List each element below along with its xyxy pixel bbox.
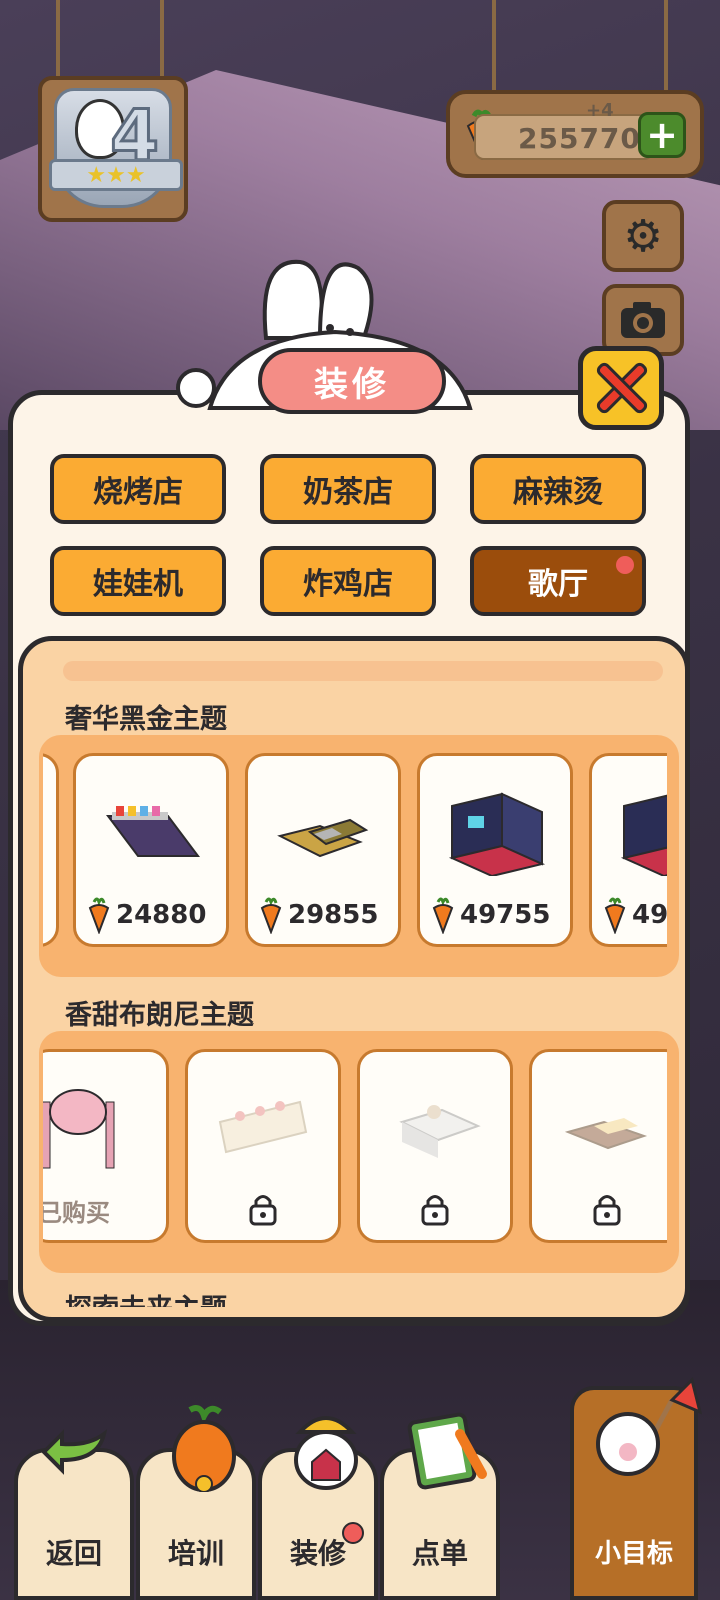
- dessert-table-icon: [399, 1105, 481, 1158]
- category-tab-fried-chicken[interactable]: 炸鸡店: [260, 546, 436, 616]
- carrot-currency-panel: +4 255770 +: [446, 90, 704, 178]
- item-card[interactable]: 已购买: [43, 1049, 169, 1243]
- nav-label: 培训: [167, 1537, 224, 1570]
- category-label: 歌厅: [528, 567, 588, 602]
- item-card-locked[interactable]: [185, 1049, 341, 1243]
- section-title: 探索未来主题: [65, 1287, 227, 1307]
- item-card[interactable]: 29855: [245, 753, 401, 947]
- notification-dot: [342, 1522, 364, 1544]
- category-tab-malatang[interactable]: 麻辣烫: [470, 454, 646, 524]
- category-label: 烧烤店: [93, 475, 183, 510]
- theme-row-brownie[interactable]: 已购买: [43, 1031, 667, 1273]
- category-label: 奶茶店: [303, 475, 393, 510]
- nav-label: 小目标: [594, 1539, 673, 1569]
- item-price: 49: [604, 896, 667, 934]
- nav-order-button[interactable]: 点单: [380, 1412, 500, 1600]
- close-button[interactable]: [578, 346, 664, 430]
- category-tab-ktv[interactable]: 歌厅: [470, 546, 646, 616]
- return-arrow-icon: [41, 1429, 108, 1475]
- level-stars: ★★★: [49, 159, 183, 191]
- price-value: 49755: [460, 900, 551, 930]
- section-title: 奢华黑金主题: [65, 704, 227, 735]
- item-card[interactable]: 49755: [417, 753, 573, 947]
- carrot-trainer-icon: [172, 1405, 236, 1492]
- price-value: 24880: [116, 900, 207, 930]
- nav-decorate-button[interactable]: 装修: [258, 1416, 378, 1600]
- currency-value: 255770: [518, 122, 641, 155]
- rope: [160, 0, 164, 80]
- carrot-icon: [604, 897, 626, 934]
- level-shield: 4 ★★★: [49, 88, 183, 208]
- carrot-icon: [88, 897, 110, 934]
- item-price: 29855: [260, 896, 378, 934]
- nav-goal-button[interactable]: 小目标: [570, 1377, 702, 1600]
- category-tab-bbq[interactable]: 烧烤店: [50, 454, 226, 524]
- item-price: 49755: [432, 896, 550, 934]
- rope: [492, 0, 496, 94]
- category-label: 炸鸡店: [303, 567, 393, 602]
- cake-shelf-icon: [218, 1100, 308, 1154]
- item-card[interactable]: [43, 753, 59, 947]
- ktv-room-icon: [620, 794, 667, 876]
- sofa-icon: [277, 818, 369, 858]
- currency-field: +4 255770: [474, 100, 654, 160]
- item-card-locked[interactable]: [357, 1049, 513, 1243]
- nav-train-button[interactable]: 培训: [136, 1405, 256, 1600]
- item-card-locked[interactable]: [529, 1049, 667, 1243]
- camera-icon: [621, 302, 665, 338]
- category-label: 娃娃机: [93, 567, 183, 602]
- theme-list[interactable]: 奢华黑金主题 24880 29855 49755 49 香甜布朗尼主题 已购买: [18, 636, 690, 1322]
- category-tab-claw-machine[interactable]: 娃娃机: [50, 546, 226, 616]
- price-value: 29855: [288, 900, 379, 930]
- nav-label: 点单: [411, 1537, 468, 1570]
- lock-icon: [249, 1195, 277, 1226]
- settings-button[interactable]: ⚙: [602, 200, 684, 272]
- rope: [664, 0, 668, 94]
- brownie-sofa-icon: [564, 1118, 648, 1150]
- item-price: 24880: [88, 896, 206, 934]
- carrot-icon: [260, 897, 282, 934]
- ktv-room-icon: [448, 792, 546, 876]
- carrot-icon: [432, 897, 454, 934]
- shelf-icon: [106, 806, 200, 857]
- add-currency-button[interactable]: +: [638, 112, 686, 158]
- order-clipboard-icon: [407, 1412, 487, 1490]
- nav-label: 返回: [45, 1537, 102, 1570]
- category-tab-milk-tea[interactable]: 奶茶店: [260, 454, 436, 524]
- price-value: 49: [632, 900, 667, 930]
- category-label: 麻辣烫: [513, 475, 603, 510]
- panel-title: 装修: [258, 348, 446, 414]
- list-divider: [63, 661, 663, 681]
- purchased-label: 已购买: [43, 1199, 110, 1227]
- currency-delta: +4: [586, 100, 614, 121]
- candy-arch-icon: [43, 1089, 115, 1169]
- flag-paw-icon: [596, 1377, 702, 1476]
- notification-dot: [616, 556, 634, 574]
- level-badge[interactable]: 4 ★★★: [38, 76, 188, 222]
- theme-row-luxury[interactable]: 24880 29855 49755 49: [43, 735, 667, 977]
- section-title: 香甜布朗尼主题: [65, 1000, 254, 1031]
- lock-icon: [593, 1195, 621, 1226]
- rope: [56, 0, 60, 80]
- item-card[interactable]: 49: [589, 753, 667, 947]
- builder-bunny-icon: [294, 1416, 358, 1490]
- gear-icon: ⚙: [623, 210, 663, 262]
- nav-back-button[interactable]: 返回: [14, 1429, 134, 1600]
- item-card[interactable]: 24880: [73, 753, 229, 947]
- close-icon: [593, 360, 649, 416]
- lock-icon: [421, 1195, 449, 1226]
